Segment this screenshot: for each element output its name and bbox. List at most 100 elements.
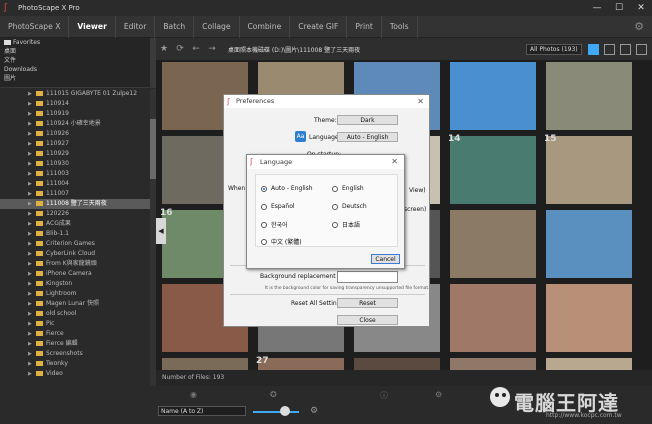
- tree-item[interactable]: ▶ CyberLink Cloud: [0, 249, 156, 259]
- tree-item[interactable]: ▶ Criterion Games: [0, 239, 156, 249]
- radio-icon[interactable]: [261, 238, 267, 245]
- chevron-right-icon[interactable]: ▶: [28, 309, 32, 319]
- language-option[interactable]: 한국어: [261, 220, 288, 229]
- chevron-right-icon[interactable]: ▶: [28, 349, 32, 359]
- detail-view-icon[interactable]: [636, 43, 647, 55]
- list-view-icon[interactable]: [620, 43, 631, 55]
- photo-thumbnail[interactable]: [546, 210, 632, 278]
- language-option[interactable]: English: [332, 185, 364, 192]
- radio-icon[interactable]: [332, 221, 338, 228]
- tree-item[interactable]: ▶ 110914: [0, 99, 156, 109]
- quick-item[interactable]: 桌面: [0, 47, 156, 56]
- breadcrumb[interactable]: 桌面照本機磁碟 (D:)\圖片\111008 鹽了三天兩夜: [228, 45, 526, 54]
- collapse-pane-icon[interactable]: ◀: [156, 218, 166, 244]
- photo-thumbnail[interactable]: [354, 358, 440, 370]
- tab-create-gif[interactable]: Create GIF: [290, 15, 348, 38]
- quick-item[interactable]: 文件: [0, 56, 156, 65]
- tree-item[interactable]: ▶ ACG成果: [0, 219, 156, 229]
- photo-thumbnail[interactable]: [546, 62, 632, 130]
- photo-thumbnail[interactable]: [450, 358, 536, 370]
- tab-print[interactable]: Print: [347, 15, 382, 38]
- photo-thumbnail[interactable]: 27: [256, 356, 344, 370]
- quick-item[interactable]: 圖片: [0, 74, 156, 83]
- chevron-right-icon[interactable]: ▶: [28, 239, 32, 249]
- reset-button[interactable]: Reset: [337, 298, 398, 308]
- tree-item[interactable]: ▶ Screenshots: [0, 349, 156, 359]
- tree-item[interactable]: ▶ 111015 GIGABYTE 01 Zulpe12: [0, 89, 156, 99]
- tree-item[interactable]: ▶ iPhone Camera: [0, 269, 156, 279]
- info-icon[interactable]: ⓘ: [380, 390, 388, 401]
- photo-thumbnail[interactable]: 15: [544, 134, 632, 204]
- quick-item[interactable]: Favorites: [0, 38, 156, 47]
- photo-thumbnail[interactable]: [450, 62, 536, 130]
- tree-item[interactable]: ▶ Fierce: [0, 329, 156, 339]
- chevron-right-icon[interactable]: ▶: [28, 359, 32, 369]
- chevron-right-icon[interactable]: ▶: [28, 109, 32, 119]
- tab-tools[interactable]: Tools: [382, 15, 418, 38]
- chevron-right-icon[interactable]: ▶: [28, 189, 32, 199]
- chevron-right-icon[interactable]: ▶: [28, 139, 32, 149]
- photo-thumbnail[interactable]: [450, 284, 536, 352]
- bg-color-field[interactable]: [337, 271, 398, 283]
- language-button[interactable]: Auto - English: [337, 132, 398, 142]
- tab-combine[interactable]: Combine: [240, 15, 291, 38]
- tree-item[interactable]: ▶ 110930: [0, 159, 156, 169]
- cancel-button[interactable]: Cancel: [371, 254, 400, 264]
- tab-viewer[interactable]: Viewer: [69, 15, 116, 38]
- photo-thumbnail[interactable]: 14: [448, 134, 536, 204]
- tab-editor[interactable]: Editor: [116, 15, 156, 38]
- tree-item[interactable]: ▶ 111008 鹽了三天兩夜: [0, 199, 156, 209]
- close-button[interactable]: ✕: [630, 3, 652, 13]
- grid-view-icon[interactable]: [588, 43, 599, 55]
- tree-item[interactable]: ▶ Lightroom: [0, 289, 156, 299]
- tree-item[interactable]: ▶ 111003: [0, 169, 156, 179]
- chevron-right-icon[interactable]: ▶: [28, 199, 32, 209]
- photo-thumbnail[interactable]: [162, 358, 248, 370]
- chevron-right-icon[interactable]: ▶: [28, 179, 32, 189]
- tree-item[interactable]: ▶ From K與家龍鏡頭: [0, 259, 156, 269]
- chevron-right-icon[interactable]: ▶: [28, 149, 32, 159]
- close-icon[interactable]: ✕: [391, 155, 398, 169]
- quick-item[interactable]: Downloads: [0, 65, 156, 74]
- radio-icon[interactable]: [261, 203, 267, 210]
- photo-thumbnail[interactable]: [546, 358, 632, 370]
- tree-item[interactable]: ▶ Pic: [0, 319, 156, 329]
- chevron-right-icon[interactable]: ▶: [28, 279, 32, 289]
- tab-collage[interactable]: Collage: [194, 15, 240, 38]
- maximize-button[interactable]: ☐: [608, 3, 630, 13]
- tree-item[interactable]: ▶ 111007: [0, 189, 156, 199]
- tree-item[interactable]: ▶ Magen Lunar 快照: [0, 299, 156, 309]
- close-preferences-button[interactable]: Close: [337, 315, 398, 325]
- chevron-right-icon[interactable]: ▶: [28, 229, 32, 239]
- chevron-right-icon[interactable]: ▶: [28, 299, 32, 309]
- thumbnail-size-slider[interactable]: [253, 411, 299, 413]
- sort-select[interactable]: Name (A to Z): [158, 406, 246, 416]
- gear-icon[interactable]: ⚙: [310, 406, 318, 416]
- tree-item[interactable]: ▶ 110924 小確幸地景: [0, 119, 156, 129]
- chevron-right-icon[interactable]: ▶: [28, 289, 32, 299]
- chevron-right-icon[interactable]: ▶: [28, 169, 32, 179]
- photo-filter-select[interactable]: All Photos (193): [526, 43, 582, 55]
- close-icon[interactable]: ✕: [417, 95, 424, 108]
- chevron-right-icon[interactable]: ▶: [28, 259, 32, 269]
- tree-item[interactable]: ▶ 110927: [0, 139, 156, 149]
- tree-item[interactable]: ▶ Video: [0, 369, 156, 379]
- tree-item[interactable]: ▶ 110926: [0, 129, 156, 139]
- language-option[interactable]: Español: [261, 203, 295, 210]
- photo-thumbnail[interactable]: [450, 210, 536, 278]
- tab-photoscape-x[interactable]: PhotoScape X: [0, 15, 70, 38]
- chevron-right-icon[interactable]: ▶: [28, 219, 32, 229]
- tree-item[interactable]: ▶ Kingston: [0, 279, 156, 289]
- radio-icon[interactable]: [332, 203, 338, 210]
- tab-batch[interactable]: Batch: [155, 15, 195, 38]
- tree-item[interactable]: ▶ old school: [0, 309, 156, 319]
- arrow-right-icon[interactable]: →: [204, 44, 220, 54]
- tree-item[interactable]: ▶ 110919: [0, 109, 156, 119]
- gear-icon[interactable]: ⚙: [634, 20, 644, 33]
- radio-icon[interactable]: [261, 221, 267, 228]
- tree-item[interactable]: ▶ 110929: [0, 149, 156, 159]
- chevron-right-icon[interactable]: ▶: [28, 319, 32, 329]
- language-option[interactable]: Auto - English: [261, 185, 313, 192]
- tree-item[interactable]: ▶ Fierce 編輯: [0, 339, 156, 349]
- chevron-right-icon[interactable]: ▶: [28, 159, 32, 169]
